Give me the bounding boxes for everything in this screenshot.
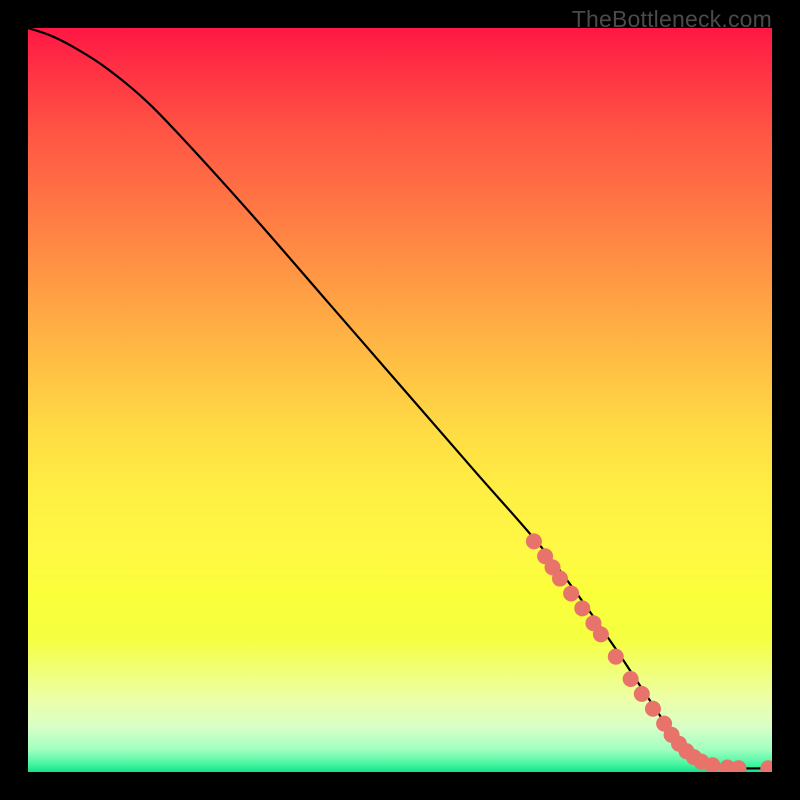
data-marker — [537, 548, 553, 564]
data-marker — [526, 533, 542, 549]
data-marker — [634, 686, 650, 702]
data-marker — [593, 626, 609, 642]
data-marker — [563, 585, 579, 601]
data-marker — [686, 749, 702, 765]
data-marker — [719, 760, 735, 772]
data-marker — [731, 760, 747, 772]
data-marker — [664, 727, 680, 743]
data-marker — [671, 736, 687, 752]
data-marker — [760, 760, 772, 772]
data-marker — [585, 615, 601, 631]
curve-line — [28, 28, 772, 768]
data-marker — [704, 757, 720, 772]
data-marker — [693, 754, 709, 770]
chart-svg — [28, 28, 772, 772]
data-marker — [645, 701, 661, 717]
data-marker — [545, 559, 561, 575]
plot-area — [28, 28, 772, 772]
data-marker — [656, 716, 672, 732]
data-marker — [678, 743, 694, 759]
data-marker — [623, 671, 639, 687]
chart-container: TheBottleneck.com — [0, 0, 800, 800]
data-marker — [552, 571, 568, 587]
data-marker — [574, 600, 590, 616]
data-marker — [608, 649, 624, 665]
data-markers — [526, 533, 772, 772]
